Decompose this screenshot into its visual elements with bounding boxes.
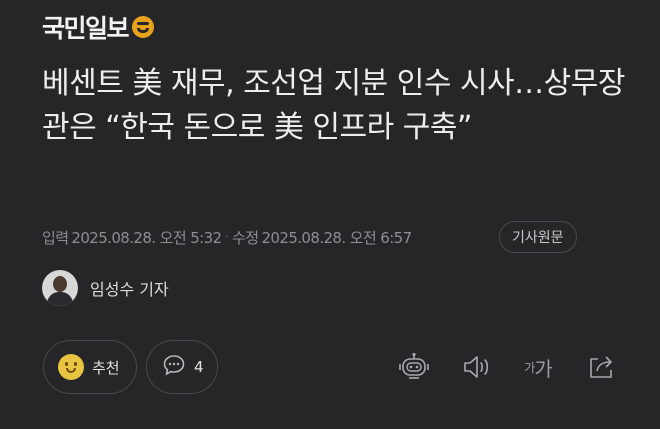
comment-button[interactable]: 4 [146,340,218,394]
published-date: 2025.08.28. 오전 5:32 [71,228,222,247]
author-name: 임성수 기자 [90,280,169,299]
ai-summary-button[interactable] [397,350,431,384]
recommend-label: 추천 [92,358,120,377]
share-button[interactable] [584,350,618,384]
author-avatar [42,270,78,306]
listen-button[interactable] [460,350,494,384]
smiley-icon [58,354,84,380]
robot-icon [398,352,430,382]
comment-count: 4 [194,358,204,376]
font-size-button[interactable]: 가가 [520,350,556,384]
article-dates: 입력 2025.08.28. 오전 5:32 · 수정 2025.08.28. … [42,221,412,253]
article-headline: 베센트 美 재무, 조선업 지분 인수 시사…상무장관은 “한국 돈으로 美 인… [42,66,625,145]
font-size-small-glyph: 가 [524,360,535,375]
original-article-button[interactable]: 기사원문 [499,221,577,253]
recommend-button[interactable]: 추천 [43,340,137,394]
font-size-large-glyph: 가 [534,356,552,381]
comment-icon [162,354,186,380]
brand-logo-icon [132,16,155,38]
brand-logo[interactable]: 국민일보 [42,10,155,44]
speaker-icon [462,354,492,380]
updated-label: 수정 [232,228,259,247]
author-row[interactable]: 임성수 기자 [42,270,169,306]
updated-date: 2025.08.28. 오전 6:57 [261,228,412,247]
date-separator: · [225,231,229,243]
brand-name: 국민일보 [42,14,130,43]
share-icon [586,353,616,381]
published-label: 입력 [42,228,69,247]
